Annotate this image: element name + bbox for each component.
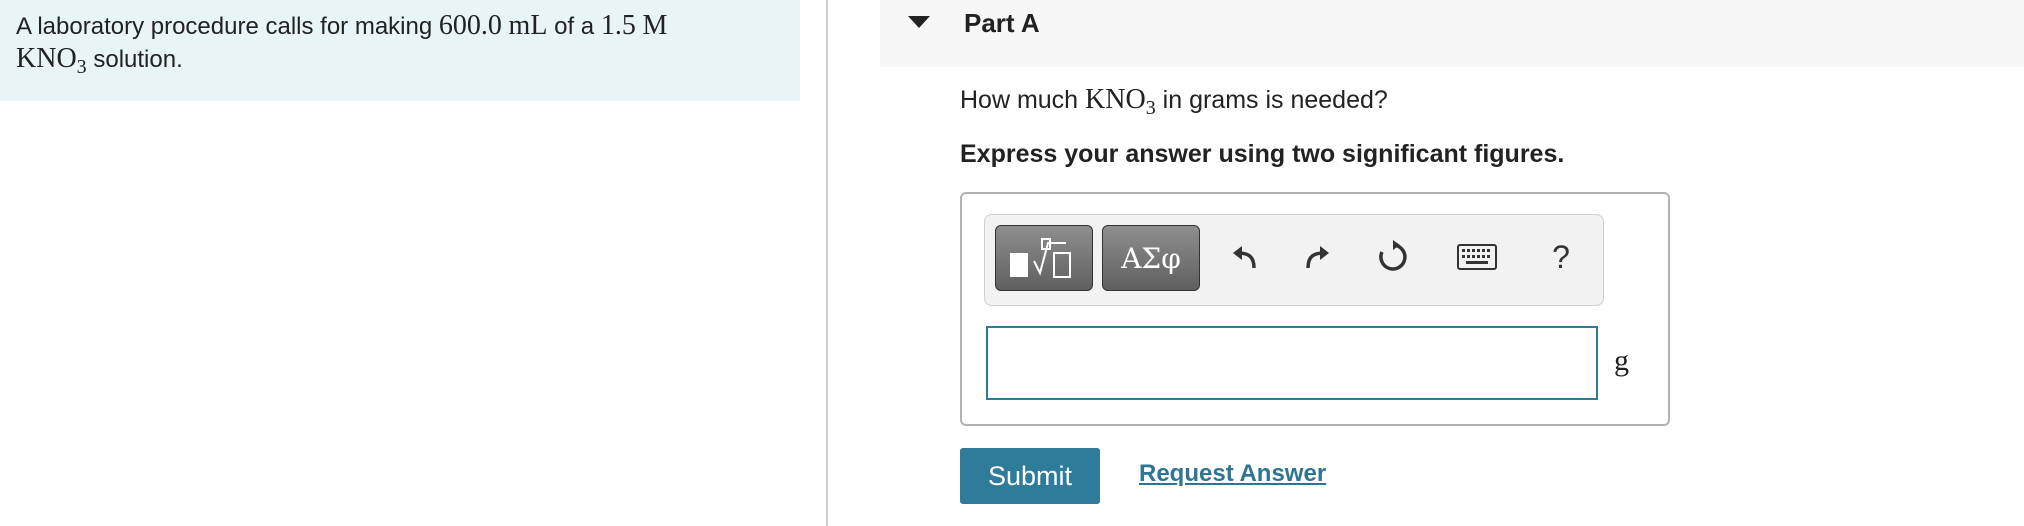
problem-text-1: A laboratory procedure calls for making [16,13,439,40]
part-title: Part A [964,8,1040,38]
redo-icon[interactable] [1295,233,1339,281]
problem-text-2: of a [547,13,601,40]
answer-box: ΑΣφ ? g [960,192,1670,426]
answer-input[interactable] [986,326,1598,400]
problem-molarity-unit: M [642,10,668,41]
problem-molarity: 1.5 [600,10,636,41]
templates-icon [1010,238,1071,278]
submit-button[interactable]: Submit [960,448,1100,504]
question-compound: KNO3 [1085,84,1156,119]
math-toolbar: ΑΣφ ? [984,214,1604,306]
request-answer-link[interactable]: Request Answer [1139,460,1326,488]
collapse-caret-icon[interactable] [908,16,930,28]
panel-divider [826,0,828,526]
problem-volume: 600.0 [438,10,502,41]
answer-unit: g [1614,344,1629,377]
part-header[interactable]: Part A [880,0,2024,67]
undo-icon[interactable] [1223,233,1267,281]
problem-statement: A laboratory procedure calls for making … [0,0,800,101]
templates-button[interactable] [995,225,1093,291]
greek-symbols-button[interactable]: ΑΣφ [1102,225,1200,291]
keyboard-icon[interactable] [1455,233,1499,281]
help-button[interactable]: ? [1539,233,1583,281]
instruction-text: Express your answer using two significan… [960,140,1565,168]
problem-text-3: solution. [86,46,183,73]
problem-volume-unit: mL [508,10,548,41]
reset-icon[interactable] [1371,233,1415,281]
problem-compound: KNO3 [16,43,87,78]
question-text: How much KNO3 in grams is needed? [960,84,1388,119]
